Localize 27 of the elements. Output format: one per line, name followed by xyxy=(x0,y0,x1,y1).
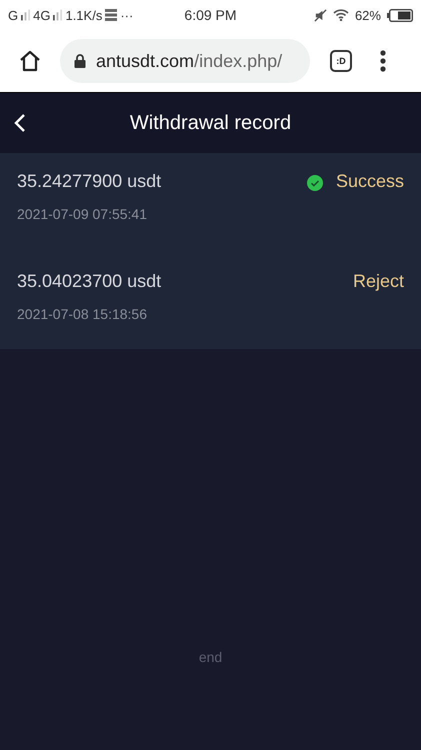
signal-icon xyxy=(53,9,62,21)
wifi-icon xyxy=(332,9,349,21)
url-host: antusdt.com xyxy=(96,50,194,70)
home-icon[interactable] xyxy=(18,49,42,73)
network-speed: 1.1K/s xyxy=(65,8,102,22)
clock: 6:09 PM xyxy=(184,7,237,23)
back-icon[interactable] xyxy=(14,113,26,133)
tab-switcher-button[interactable]: :D xyxy=(330,50,352,72)
withdrawal-amount: 35.04023700 usdt xyxy=(17,271,162,292)
status-label: Success xyxy=(336,171,404,192)
end-label: end xyxy=(198,649,222,665)
carrier-label: 4G xyxy=(33,8,50,22)
signal-icon xyxy=(21,9,30,21)
withdrawal-date: 2021-07-08 15:18:56 xyxy=(17,306,148,322)
carrier-label: G xyxy=(8,8,18,22)
withdrawal-amount: 35.24277900 usdt xyxy=(17,171,162,192)
lock-icon xyxy=(74,54,86,68)
status-label: Reject xyxy=(352,271,404,292)
url-path: /index.php/ xyxy=(194,50,282,70)
menu-icon[interactable] xyxy=(380,50,386,72)
battery-icon xyxy=(386,8,413,22)
mute-icon xyxy=(314,8,327,22)
more-notifications: ··· xyxy=(120,8,134,22)
address-bar[interactable]: antusdt.com/index.php/ xyxy=(60,39,310,83)
withdrawal-date: 2021-07-09 07:55:41 xyxy=(17,206,148,222)
battery-percent: 62% xyxy=(354,8,381,22)
page-title: Withdrawal record xyxy=(130,112,292,134)
